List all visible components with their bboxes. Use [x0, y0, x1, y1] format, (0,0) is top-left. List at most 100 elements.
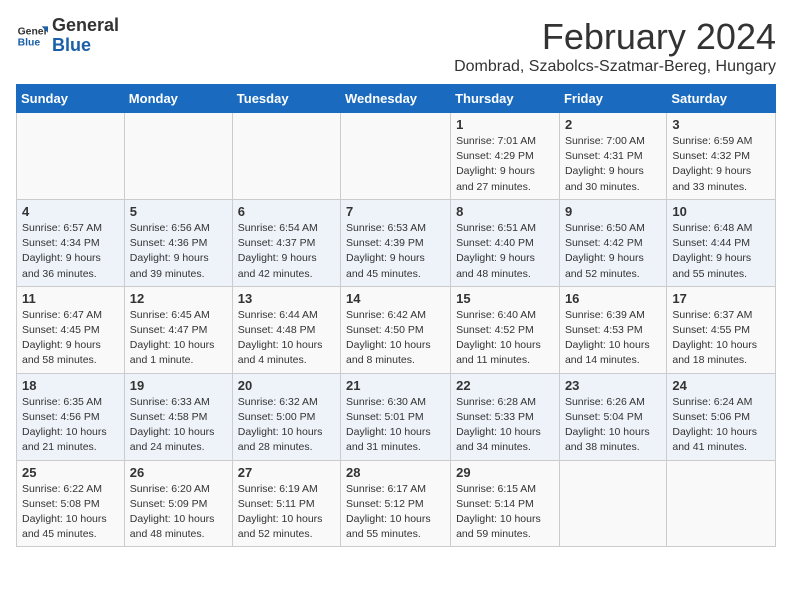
day-info: Sunrise: 6:40 AM Sunset: 4:52 PM Dayligh…	[456, 308, 554, 369]
calendar-cell	[232, 113, 340, 200]
day-info: Sunrise: 6:53 AM Sunset: 4:39 PM Dayligh…	[346, 221, 445, 282]
day-number: 18	[22, 378, 119, 393]
day-info: Sunrise: 6:45 AM Sunset: 4:47 PM Dayligh…	[130, 308, 227, 369]
location-title: Dombrad, Szabolcs-Szatmar-Bereg, Hungary	[454, 58, 776, 76]
day-info: Sunrise: 6:54 AM Sunset: 4:37 PM Dayligh…	[238, 221, 335, 282]
calendar-cell: 9 Sunrise: 6:50 AM Sunset: 4:42 PM Daylig…	[559, 199, 666, 286]
day-number: 22	[456, 378, 554, 393]
calendar-cell	[667, 460, 776, 547]
calendar-cell: 23Sunrise: 6:26 AM Sunset: 5:04 PM Dayli…	[559, 373, 666, 460]
calendar-table: SundayMondayTuesdayWednesdayThursdayFrid…	[16, 84, 776, 547]
week-row-4: 18 Sunrise: 6:35 AM Sunset: 4:56 PM Dayli…	[17, 373, 776, 460]
weekday-header-friday: Friday	[559, 85, 666, 113]
calendar-cell: 13 Sunrise: 6:44 AM Sunset: 4:48 PM Dayli…	[232, 286, 340, 373]
month-title: February 2024	[454, 16, 776, 58]
day-info: Sunrise: 6:51 AM Sunset: 4:40 PM Dayligh…	[456, 221, 554, 282]
weekday-header-monday: Monday	[124, 85, 232, 113]
calendar-cell: 28Sunrise: 6:17 AM Sunset: 5:12 PM Dayli…	[341, 460, 451, 547]
day-number: 5	[130, 204, 227, 219]
day-number: 19	[130, 378, 227, 393]
weekday-header-sunday: Sunday	[17, 85, 125, 113]
day-number: 24	[672, 378, 770, 393]
calendar-cell: 8 Sunrise: 6:51 AM Sunset: 4:40 PM Daylig…	[451, 199, 560, 286]
day-info: Sunrise: 6:30 AM Sunset: 5:01 PM Dayligh…	[346, 395, 445, 456]
title-area: February 2024 Dombrad, Szabolcs-Szatmar-…	[454, 16, 776, 76]
day-number: 8	[456, 204, 554, 219]
day-number: 29	[456, 465, 554, 480]
calendar-cell: 25 Sunrise: 6:22 AM Sunset: 5:08 PM Dayli…	[17, 460, 125, 547]
calendar-cell: 12 Sunrise: 6:45 AM Sunset: 4:47 PM Dayli…	[124, 286, 232, 373]
calendar-cell: 15 Sunrise: 6:40 AM Sunset: 4:52 PM Dayli…	[451, 286, 560, 373]
day-info: Sunrise: 6:28 AM Sunset: 5:33 PM Dayligh…	[456, 395, 554, 456]
calendar-cell: 1Sunrise: 7:01 AM Sunset: 4:29 PM Daylig…	[451, 113, 560, 200]
calendar-cell: 14 Sunrise: 6:42 AM Sunset: 4:50 PM Dayli…	[341, 286, 451, 373]
day-info: Sunrise: 6:42 AM Sunset: 4:50 PM Dayligh…	[346, 308, 445, 369]
week-row-1: 1Sunrise: 7:01 AM Sunset: 4:29 PM Daylig…	[17, 113, 776, 200]
day-number: 11	[22, 291, 119, 306]
calendar-cell	[559, 460, 666, 547]
calendar-cell: 17Sunrise: 6:37 AM Sunset: 4:55 PM Dayli…	[667, 286, 776, 373]
day-info: Sunrise: 6:59 AM Sunset: 4:32 PM Dayligh…	[672, 134, 770, 195]
weekday-header-thursday: Thursday	[451, 85, 560, 113]
page-header: General Blue General Blue February 2024 …	[16, 16, 776, 76]
day-number: 6	[238, 204, 335, 219]
calendar-cell: 16Sunrise: 6:39 AM Sunset: 4:53 PM Dayli…	[559, 286, 666, 373]
day-info: Sunrise: 6:37 AM Sunset: 4:55 PM Dayligh…	[672, 308, 770, 369]
day-number: 14	[346, 291, 445, 306]
calendar-cell: 7 Sunrise: 6:53 AM Sunset: 4:39 PM Daylig…	[341, 199, 451, 286]
day-number: 27	[238, 465, 335, 480]
day-number: 13	[238, 291, 335, 306]
day-number: 3	[672, 117, 770, 132]
day-info: Sunrise: 6:56 AM Sunset: 4:36 PM Dayligh…	[130, 221, 227, 282]
weekday-header-row: SundayMondayTuesdayWednesdayThursdayFrid…	[17, 85, 776, 113]
calendar-cell	[341, 113, 451, 200]
calendar-cell	[124, 113, 232, 200]
svg-text:Blue: Blue	[18, 37, 41, 48]
day-info: Sunrise: 6:35 AM Sunset: 4:56 PM Dayligh…	[22, 395, 119, 456]
day-number: 12	[130, 291, 227, 306]
day-number: 26	[130, 465, 227, 480]
week-row-2: 4Sunrise: 6:57 AM Sunset: 4:34 PM Daylig…	[17, 199, 776, 286]
day-info: Sunrise: 6:32 AM Sunset: 5:00 PM Dayligh…	[238, 395, 335, 456]
calendar-cell: 24 Sunrise: 6:24 AM Sunset: 5:06 PM Dayli…	[667, 373, 776, 460]
day-info: Sunrise: 7:01 AM Sunset: 4:29 PM Dayligh…	[456, 134, 554, 195]
calendar-cell: 19Sunrise: 6:33 AM Sunset: 4:58 PM Dayli…	[124, 373, 232, 460]
day-info: Sunrise: 6:22 AM Sunset: 5:08 PM Dayligh…	[22, 482, 119, 543]
week-row-3: 11 Sunrise: 6:47 AM Sunset: 4:45 PM Dayli…	[17, 286, 776, 373]
calendar-cell: 22 Sunrise: 6:28 AM Sunset: 5:33 PM Dayli…	[451, 373, 560, 460]
day-number: 7	[346, 204, 445, 219]
day-number: 21	[346, 378, 445, 393]
logo-icon: General Blue	[16, 20, 48, 52]
day-info: Sunrise: 6:20 AM Sunset: 5:09 PM Dayligh…	[130, 482, 227, 543]
weekday-header-saturday: Saturday	[667, 85, 776, 113]
day-info: Sunrise: 6:50 AM Sunset: 4:42 PM Dayligh…	[565, 221, 661, 282]
day-info: Sunrise: 6:19 AM Sunset: 5:11 PM Dayligh…	[238, 482, 335, 543]
day-info: Sunrise: 6:47 AM Sunset: 4:45 PM Dayligh…	[22, 308, 119, 369]
calendar-cell: 20 Sunrise: 6:32 AM Sunset: 5:00 PM Dayli…	[232, 373, 340, 460]
day-info: Sunrise: 7:00 AM Sunset: 4:31 PM Dayligh…	[565, 134, 661, 195]
day-info: Sunrise: 6:15 AM Sunset: 5:14 PM Dayligh…	[456, 482, 554, 543]
day-info: Sunrise: 6:44 AM Sunset: 4:48 PM Dayligh…	[238, 308, 335, 369]
logo: General Blue General Blue	[16, 16, 119, 56]
week-row-5: 25 Sunrise: 6:22 AM Sunset: 5:08 PM Dayli…	[17, 460, 776, 547]
calendar-cell: 6 Sunrise: 6:54 AM Sunset: 4:37 PM Daylig…	[232, 199, 340, 286]
calendar-cell: 27 Sunrise: 6:19 AM Sunset: 5:11 PM Dayli…	[232, 460, 340, 547]
calendar-cell: 11 Sunrise: 6:47 AM Sunset: 4:45 PM Dayli…	[17, 286, 125, 373]
day-number: 25	[22, 465, 119, 480]
calendar-cell: 21 Sunrise: 6:30 AM Sunset: 5:01 PM Dayli…	[341, 373, 451, 460]
calendar-cell	[17, 113, 125, 200]
day-info: Sunrise: 6:24 AM Sunset: 5:06 PM Dayligh…	[672, 395, 770, 456]
day-info: Sunrise: 6:17 AM Sunset: 5:12 PM Dayligh…	[346, 482, 445, 543]
calendar-cell: 18 Sunrise: 6:35 AM Sunset: 4:56 PM Dayli…	[17, 373, 125, 460]
day-info: Sunrise: 6:48 AM Sunset: 4:44 PM Dayligh…	[672, 221, 770, 282]
calendar-cell: 10Sunrise: 6:48 AM Sunset: 4:44 PM Dayli…	[667, 199, 776, 286]
day-number: 15	[456, 291, 554, 306]
logo-text: General Blue	[52, 16, 119, 56]
calendar-cell: 4Sunrise: 6:57 AM Sunset: 4:34 PM Daylig…	[17, 199, 125, 286]
calendar-cell: 2 Sunrise: 7:00 AM Sunset: 4:31 PM Daylig…	[559, 113, 666, 200]
day-number: 2	[565, 117, 661, 132]
day-number: 9	[565, 204, 661, 219]
calendar-cell: 26 Sunrise: 6:20 AM Sunset: 5:09 PM Dayli…	[124, 460, 232, 547]
day-number: 20	[238, 378, 335, 393]
weekday-header-wednesday: Wednesday	[341, 85, 451, 113]
